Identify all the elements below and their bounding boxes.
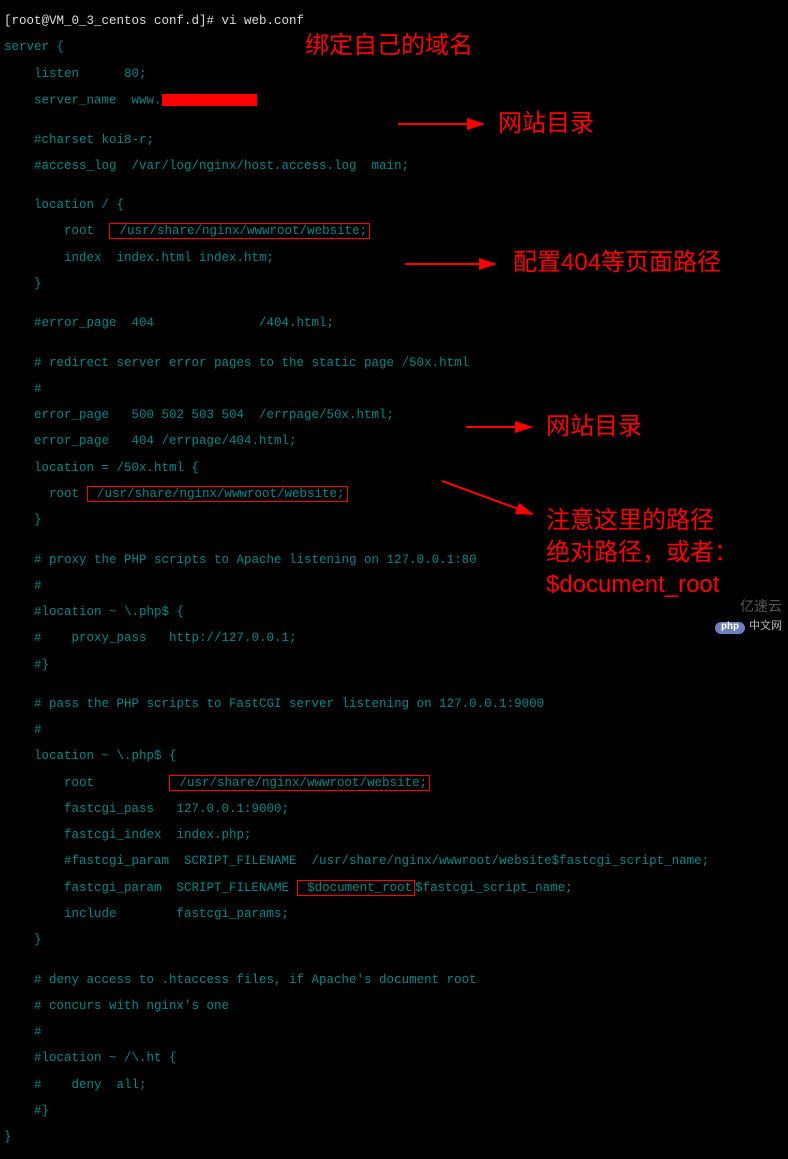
cfg-listen: listen 80;	[4, 68, 784, 81]
php-badge: php	[715, 622, 745, 635]
root-path-box-3: /usr/share/nginx/wwwroot/website;	[169, 775, 430, 791]
cfg-fastcgi-pass: fastcgi_pass 127.0.0.1:9000;	[4, 803, 784, 816]
cfg-hash-3: #	[4, 724, 784, 737]
cfg-loc50x: location = /50x.html {	[4, 462, 784, 475]
cfg-deny-c2: # concurs with nginx's one	[4, 1000, 784, 1013]
root-path-box-1: /usr/share/nginx/wwwroot/website;	[109, 223, 370, 239]
cfg-err500: error_page 500 502 503 504 /errpage/50x.…	[4, 409, 784, 422]
cfg-close-c2: #}	[4, 1105, 784, 1118]
cfg-root-pre3: root	[4, 776, 169, 790]
annotation-404: 配置404等页面路径	[513, 250, 721, 275]
prompt: [root@VM_0_3_centos conf.d]#	[4, 14, 222, 28]
cfg-hash-1: #	[4, 383, 784, 396]
cfg-fastcgi-c: # pass the PHP scripts to FastCGI server…	[4, 698, 784, 711]
cfg-final-close: }	[4, 1131, 784, 1144]
cfg-fcgi-post: $fastcgi_script_name;	[415, 881, 573, 895]
cfg-loc-php-proxy: #location ~ \.php$ {	[4, 606, 784, 619]
cfg-accesslog: #access_log /var/log/nginx/host.access.l…	[4, 160, 784, 173]
annotation-webdir-1: 网站目录	[498, 111, 594, 136]
cfg-close-c1: #}	[4, 659, 784, 672]
yi-watermark: 亿速云	[740, 599, 782, 614]
annotation-domain: 绑定自己的域名	[305, 33, 473, 58]
cfg-close-3: }	[4, 934, 784, 947]
annotation-path-l3: $document_root	[546, 572, 719, 597]
cfg-root-pre1: root	[4, 224, 109, 238]
cfg-fastcgi-param-c: #fastcgi_param SCRIPT_FILENAME /usr/shar…	[4, 855, 784, 868]
cfg-err404: error_page 404 /errpage/404.html;	[4, 435, 784, 448]
cfg-charset: #charset koi8-r;	[4, 134, 784, 147]
root-path-box-2: /usr/share/nginx/wwwroot/website;	[87, 486, 348, 502]
cnnet-label: 中文网	[749, 622, 782, 634]
cfg-location-root: location / {	[4, 199, 784, 212]
cfg-close-1: }	[4, 278, 784, 291]
cfg-deny-c1: # deny access to .htaccess files, if Apa…	[4, 974, 784, 987]
command: vi web.conf	[222, 14, 305, 28]
cfg-fcgi-pre: fastcgi_param SCRIPT_FILENAME	[4, 881, 297, 895]
annotation-webdir-2: 网站目录	[546, 414, 642, 439]
php-watermark: php 中文网	[715, 622, 782, 635]
cfg-include: include fastcgi_params;	[4, 908, 784, 921]
domain-mask	[162, 94, 257, 106]
cfg-hash-4: #	[4, 1026, 784, 1039]
cfg-root-pre2: root	[4, 487, 87, 501]
annotation-path-l2: 绝对路径，或者：	[546, 540, 738, 565]
cfg-loc-ht: #location ~ /\.ht {	[4, 1052, 784, 1065]
annotation-path-l1: 注意这里的路径	[546, 508, 714, 533]
docroot-box: $document_root	[297, 880, 416, 896]
cfg-servername: server_name www.	[4, 93, 162, 107]
cfg-fastcgi-index: fastcgi_index index.php;	[4, 829, 784, 842]
cfg-proxypass: # proxy_pass http://127.0.0.1;	[4, 632, 784, 645]
cfg-errorpage-c: #error_page 404 /404.html;	[4, 317, 784, 330]
cfg-redirect-c: # redirect server error pages to the sta…	[4, 357, 784, 370]
cfg-loc-php: location ~ \.php$ {	[4, 750, 784, 763]
cfg-denyall: # deny all;	[4, 1079, 784, 1092]
